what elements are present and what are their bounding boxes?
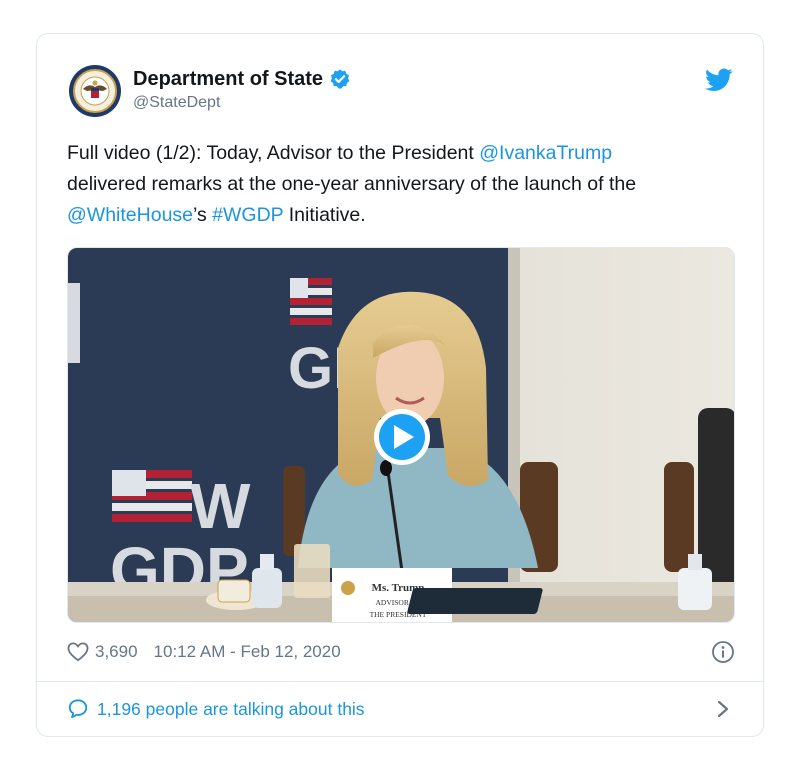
mention-link[interactable]: @IvankaTrump <box>479 142 612 164</box>
tweet-text-segment: Initiative. <box>283 204 366 226</box>
video-media[interactable]: GD W GDP Ms. Trump ADVISOR TO THE PRESID… <box>67 247 735 623</box>
reply-bubble-icon <box>68 699 88 719</box>
divider <box>37 681 763 682</box>
like-count: 3,690 <box>95 642 138 661</box>
hashtag-link[interactable]: #WGDP <box>212 204 283 226</box>
tweet-text-segment: ’s <box>193 204 213 226</box>
tweet-author: Department of State @StateDept <box>133 67 351 113</box>
tweet-card[interactable]: Department of State @StateDept Full vide… <box>36 33 764 737</box>
twitter-bird-icon[interactable] <box>705 68 733 92</box>
handle[interactable]: @StateDept <box>133 93 351 113</box>
department-of-state-seal-avatar[interactable] <box>69 65 121 117</box>
info-icon[interactable] <box>711 640 735 664</box>
play-button-icon[interactable] <box>374 409 430 465</box>
tweet-text-segment: delivered remarks at the one-year annive… <box>67 173 637 195</box>
tweet-text: Full video (1/2): Today, Advisor to the … <box>67 138 737 231</box>
conversation-link[interactable]: 1,196 people are talking about this <box>67 695 735 723</box>
talking-count[interactable]: 1,196 people are talking about this <box>97 699 365 720</box>
tweet-meta: 3,690 10:12 AM - Feb 12, 2020 <box>67 638 735 666</box>
chevron-right-icon[interactable] <box>717 700 729 718</box>
heart-icon[interactable] <box>67 642 89 662</box>
mention-link[interactable]: @WhiteHouse <box>67 204 193 226</box>
display-name[interactable]: Department of State <box>133 67 323 91</box>
tweet-timestamp[interactable]: 10:12 AM - Feb 12, 2020 <box>154 642 341 662</box>
video-thumbnail[interactable]: GD W GDP Ms. Trump ADVISOR TO THE PRESID… <box>68 248 735 623</box>
banner-text-w: W <box>190 470 251 542</box>
verified-badge-icon <box>330 69 350 89</box>
tweet-text-segment: Full video (1/2): Today, Advisor to the … <box>67 142 480 164</box>
